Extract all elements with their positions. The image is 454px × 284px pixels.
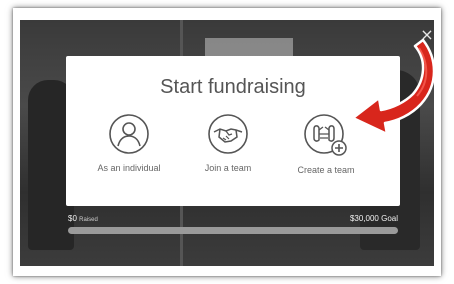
raised-amount: $0 Raised xyxy=(68,214,98,223)
progress-bar xyxy=(68,227,398,234)
as-individual-label: As an individual xyxy=(97,163,161,173)
red-arrow-annotation-icon xyxy=(351,38,436,136)
fundraising-progress: $0 Raised $30,000 Goal xyxy=(68,214,398,238)
raised-value: $0 xyxy=(68,214,77,223)
create-team-icon xyxy=(304,114,347,156)
goal-amount: $30,000 Goal xyxy=(349,214,398,223)
join-team-option[interactable]: Join a team xyxy=(182,113,274,185)
as-individual-option[interactable]: As an individual xyxy=(83,113,175,185)
background-sign xyxy=(205,38,293,58)
join-team-label: Join a team xyxy=(204,163,252,173)
handshake-icon xyxy=(208,114,248,154)
person-icon xyxy=(109,114,149,154)
create-team-label: Create a team xyxy=(297,165,355,175)
raised-label: Raised xyxy=(79,217,98,223)
